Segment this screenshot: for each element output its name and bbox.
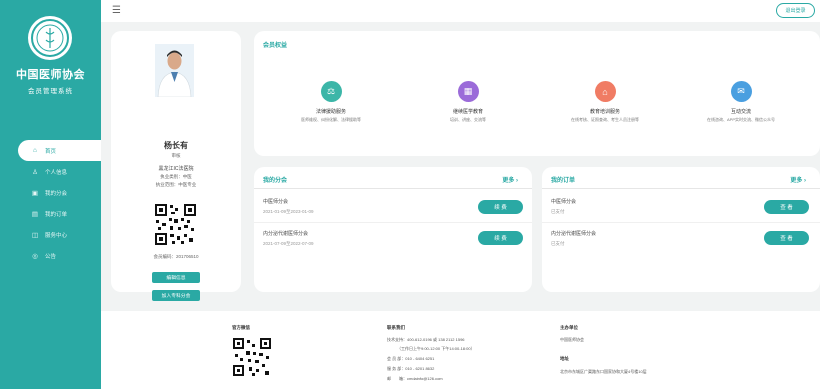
contact-line: 技术支持：400-612-0196 或 138 2112 1596 xyxy=(387,337,465,342)
benefit-desc: 在线咨询、APP实时交流、微信公众号 xyxy=(706,117,775,122)
host-name: 中国医师协会 xyxy=(560,337,584,342)
benefit-education[interactable]: ▦ 继续医学教育 培训、讲座、交流等 xyxy=(428,81,508,123)
branches-more-link[interactable]: 更多 › xyxy=(502,175,518,184)
member-org: 黑龙江IC法医院 xyxy=(158,166,194,172)
member-number: 会员编码：201706510 xyxy=(153,254,199,259)
benefit-desc: 医师维权、纠纷化解、法律援助等 xyxy=(301,117,361,122)
benefits-card: 会员权益 ⚖ 法律援助服务 医师维权、纠纷化解、法律援助等 ▦ 继续医学教育 培… xyxy=(254,31,820,156)
sidebar-item-notice[interactable]: ◎ 公告 xyxy=(18,245,101,266)
sidebar-nav: ⌂ 首页 ♙ 个人信息 ▣ 我的分会 ▤ 我的订单 ◫ 服务中心 ◎ 公告 xyxy=(18,140,101,266)
practice-category: 执业类别：中医 xyxy=(160,174,192,179)
branch-date: 2021-01-09至2023-01-09 xyxy=(263,209,314,214)
benefit-training[interactable]: ⌂ 教育培训服务 在线考核、证照查询、考生人员注册等 xyxy=(565,81,645,123)
footer: 官方微信 联系我们 技术支持：400-612-0196 或 138 2112 1… xyxy=(101,311,820,389)
calendar-icon: ▣ xyxy=(31,189,39,197)
view-button[interactable]: 查 看 xyxy=(764,231,809,245)
branches-title: 我的分会 xyxy=(263,178,288,184)
top-bar: ☰ 退出登录 xyxy=(101,0,820,22)
sidebar-item-label: 我的分会 xyxy=(45,190,68,197)
benefit-legal[interactable]: ⚖ 法律援助服务 医师维权、纠纷化解、法律援助等 xyxy=(291,81,371,123)
sidebar-item-label: 首页 xyxy=(45,148,57,155)
benefit-title: 教育培训服务 xyxy=(589,109,620,115)
address-title: 地址 xyxy=(560,356,569,361)
sidebar-item-home[interactable]: ⌂ 首页 xyxy=(18,140,101,161)
benefit-interaction[interactable]: ✉ 互动交流 在线咨询、APP实时交流、微信公众号 xyxy=(701,81,781,123)
sidebar-item-label: 我的订单 xyxy=(45,211,68,218)
contact-line: 服 务 部：010 - 6201 8632 xyxy=(387,366,435,371)
practice-scope: 执业范围：中医专业 xyxy=(155,182,197,187)
cap-icon: ⌂ xyxy=(594,81,616,102)
brand-title: 中国医师协会 xyxy=(16,68,85,81)
wechat-title: 官方微信 xyxy=(232,325,250,330)
benefit-title: 继续医学教育 xyxy=(452,109,483,115)
renew-button[interactable]: 续 费 xyxy=(478,231,523,245)
book-icon: ▦ xyxy=(457,81,479,102)
edit-info-button[interactable]: 编辑信息 xyxy=(152,272,200,283)
view-button[interactable]: 查 看 xyxy=(764,200,809,214)
wechat-qr-code xyxy=(232,337,272,377)
order-status: 已支付 xyxy=(551,241,565,246)
row-divider xyxy=(254,222,532,223)
order-name: 中医师分会 xyxy=(551,199,577,205)
order-icon: ▤ xyxy=(31,210,39,218)
benefit-title: 互动交流 xyxy=(730,109,751,115)
orders-card: 我的订单 更多 › 中医师分会 已支付 查 看 内分泌代谢医师分会 已支付 查 … xyxy=(542,167,820,292)
host-title: 主办单位 xyxy=(560,325,578,330)
cmda-logo xyxy=(28,16,72,60)
logout-button[interactable]: 退出登录 xyxy=(776,3,815,18)
sidebar: 中国医师协会 会员管理系统 ⌂ 首页 ♙ 个人信息 ▣ 我的分会 ▤ 我的订单 … xyxy=(0,0,101,389)
profile-card: 杨长有 审核 黑龙江IC法医院 执业类别：中医 执业范围：中医专业 会员编码：2… xyxy=(111,31,241,301)
member-tag: 审核 xyxy=(171,153,181,158)
service-icon: ◫ xyxy=(31,231,39,239)
orders-more-link[interactable]: 更多 › xyxy=(790,175,806,184)
sidebar-item-orders[interactable]: ▤ 我的订单 xyxy=(18,203,101,224)
order-name: 内分泌代谢医师分会 xyxy=(551,231,597,237)
chat-icon: ✉ xyxy=(730,81,752,102)
contact-line: 会 员 部：010 - 6404 6251 xyxy=(387,356,435,361)
benefit-desc: 在线考核、证照查询、考生人员注册等 xyxy=(571,117,639,122)
sidebar-item-branches[interactable]: ▣ 我的分会 xyxy=(18,182,101,203)
sidebar-item-service[interactable]: ◫ 服务中心 xyxy=(18,224,101,245)
contact-line: 邮 箱：cmdainfo@126.com xyxy=(387,376,443,381)
join-branch-button[interactable]: 加入专科分会 xyxy=(152,290,200,301)
sidebar-item-label: 公告 xyxy=(45,253,57,260)
divider xyxy=(254,188,532,189)
qr-code xyxy=(154,203,197,246)
divider xyxy=(542,188,820,189)
orders-title: 我的订单 xyxy=(551,178,576,184)
address-text: 北京市东城区广渠路东口国家协和大厦4号楼10层 xyxy=(560,369,647,374)
branch-name: 中医师分会 xyxy=(263,199,289,205)
member-name: 杨长有 xyxy=(164,141,188,150)
avatar xyxy=(155,44,194,97)
branch-date: 2021-07-09至2022-07-09 xyxy=(263,241,314,246)
scale-icon: ⚖ xyxy=(320,81,342,102)
branch-name: 内分泌代谢医师分会 xyxy=(263,231,309,237)
notice-icon: ◎ xyxy=(32,252,38,260)
branches-card: 我的分会 更多 › 中医师分会 2021-01-09至2023-01-09 续 … xyxy=(254,167,532,292)
user-icon: ♙ xyxy=(32,168,38,176)
sidebar-item-label: 服务中心 xyxy=(45,232,68,239)
brand-subtitle: 会员管理系统 xyxy=(28,88,73,95)
contact-title: 联系我们 xyxy=(387,325,405,330)
benefit-title: 法律援助服务 xyxy=(315,109,346,115)
menu-icon[interactable]: ☰ xyxy=(112,5,121,16)
order-status: 已支付 xyxy=(551,209,565,214)
benefit-desc: 培训、讲座、交流等 xyxy=(450,117,486,122)
benefits-title: 会员权益 xyxy=(263,43,288,49)
home-icon: ⌂ xyxy=(33,147,37,154)
row-divider xyxy=(542,222,820,223)
sidebar-item-label: 个人信息 xyxy=(45,169,68,176)
renew-button[interactable]: 续 费 xyxy=(478,200,523,214)
contact-line: （工作日上午9:00-12:00 下午14:00-18:00） xyxy=(397,346,475,351)
sidebar-item-profile[interactable]: ♙ 个人信息 xyxy=(18,161,101,182)
